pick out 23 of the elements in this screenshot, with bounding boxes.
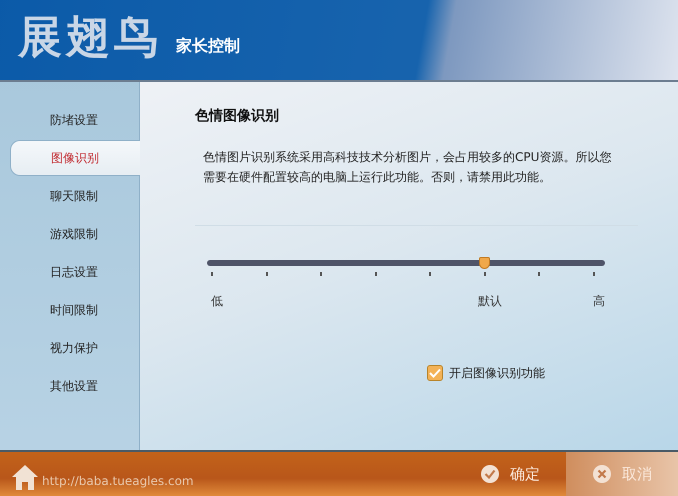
close-icon <box>592 464 612 484</box>
slider-thumb[interactable] <box>478 257 490 269</box>
slider-label: 默认 <box>478 293 502 310</box>
sidebar-tab[interactable]: 聊天限制 <box>10 178 139 214</box>
ok-button[interactable]: 确定 <box>454 452 566 496</box>
app-subtitle: 家长控制 <box>176 35 240 57</box>
sidebar-tab[interactable]: 其他设置 <box>10 368 139 404</box>
slider-label: 低 <box>211 293 223 310</box>
description-text: 色情图片识别系统采用高科技技术分析图片，会占用较多的CPU资源。所以您需要在硬件配置较高的电脑上运行此功能。否则，请禁用此功能。 <box>203 149 612 186</box>
section-title: 色情图像识别 <box>195 107 280 126</box>
slider-track[interactable] <box>207 260 605 266</box>
sidebar-tab[interactable]: 日志设置 <box>10 254 139 290</box>
sidebar-tab[interactable]: 游戏限制 <box>10 216 139 252</box>
sidebar-tab[interactable]: 视力保护 <box>10 330 139 366</box>
sidebar-tab[interactable]: 防堵设置 <box>10 102 139 138</box>
checkmark-icon <box>480 464 500 484</box>
home-icon[interactable] <box>10 463 40 491</box>
slider-label: 高 <box>593 293 605 310</box>
sidebar-tab[interactable]: 图像识别 <box>10 140 140 176</box>
checkbox[interactable] <box>427 365 443 381</box>
app-logo: 展翅鸟 <box>18 16 162 60</box>
sidebar-tab[interactable]: 时间限制 <box>10 292 139 328</box>
checkbox-label[interactable]: 开启图像识别功能 <box>449 364 545 382</box>
